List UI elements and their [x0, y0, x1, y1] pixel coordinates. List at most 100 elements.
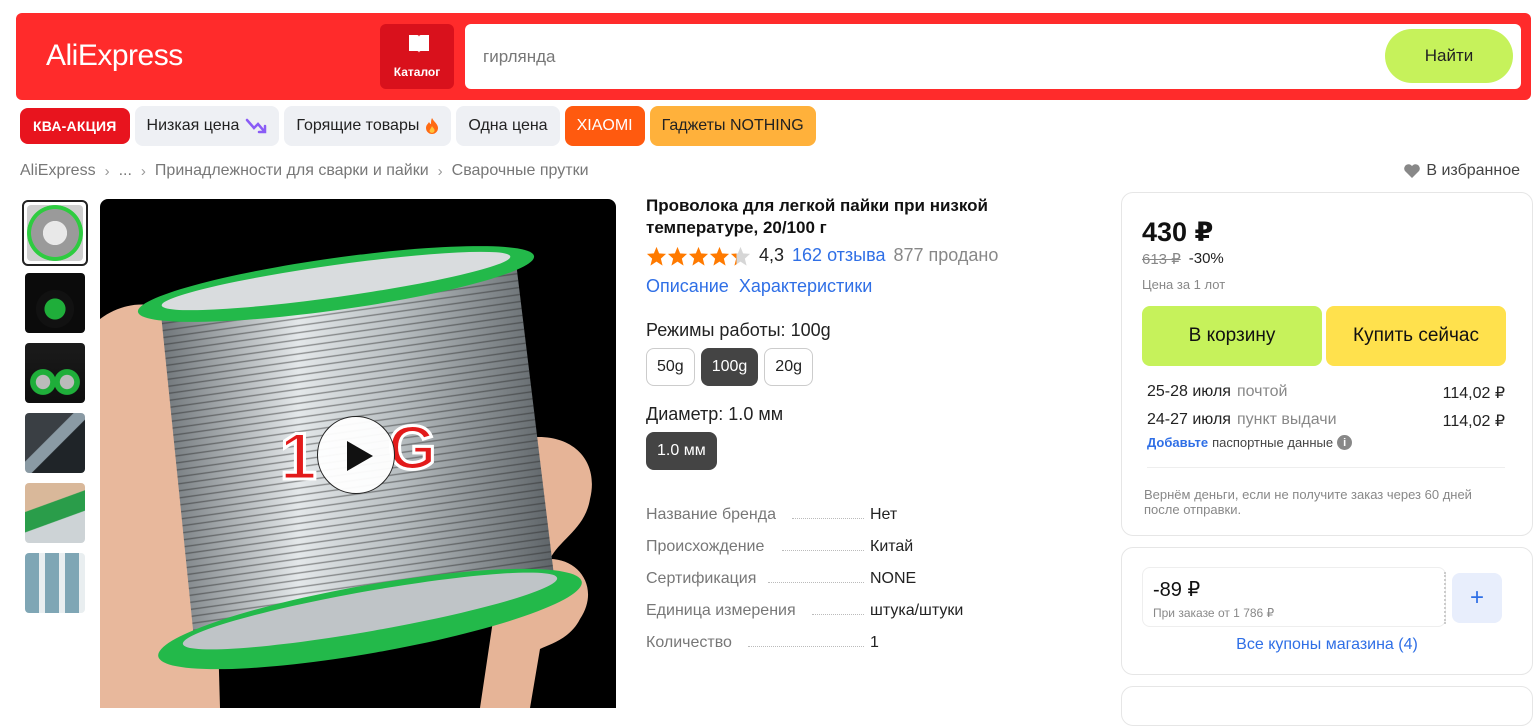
delivery-price: 114,02 ₽ [1442, 385, 1505, 402]
spec-value: Нет [870, 506, 898, 523]
chip-label: Низкая цена [146, 117, 240, 134]
passport-notice: Добавьте паспортные данные i [1147, 435, 1353, 450]
characteristics-link[interactable]: Характеристики [739, 276, 872, 297]
all-coupons-link[interactable]: Все купоны магазина (4) [1122, 636, 1532, 654]
delivery-method: пункт выдачи [1236, 411, 1337, 428]
thumbnail-4[interactable] [22, 410, 88, 476]
chip-hot-items[interactable]: Горящие товары [284, 106, 452, 146]
chip-xiaomi[interactable]: XIAOMI [564, 106, 645, 146]
chip-low-price[interactable]: Низкая цена [134, 106, 280, 146]
play-video-button[interactable] [317, 416, 395, 494]
delivery-option[interactable]: 25-28 июля почтой 114,02 ₽ [1147, 383, 1505, 403]
rating-row: 4,3 162 отзыва 877 продано [646, 245, 998, 266]
chip-kva-akciya[interactable]: КВА-АКЦИЯ [20, 108, 130, 144]
spec-value: NONE [870, 570, 917, 587]
coupon: -89 ₽ При заказе от 1 786 ₽ [1142, 567, 1446, 627]
chevron-right-icon: › [104, 162, 110, 180]
breadcrumb-item[interactable]: ... [119, 162, 132, 180]
mode-option-20g[interactable]: 20g [764, 348, 813, 386]
spec-leader [792, 518, 864, 519]
catalog-label: Каталог [393, 65, 441, 79]
rating-stars [646, 246, 751, 266]
spec-row: Название бренда Нет [646, 492, 1046, 524]
spec-list: Название бренда Нет Происхождение Китай … [646, 492, 1046, 652]
play-icon [347, 441, 373, 471]
info-icon[interactable]: i [1337, 435, 1353, 450]
breadcrumb-item[interactable]: Сварочные прутки [452, 162, 589, 180]
spec-row: Сертификация NONE [646, 556, 1046, 588]
thumbnail-list [22, 200, 88, 620]
chevron-right-icon: › [140, 162, 146, 180]
reviews-link[interactable]: 162 отзыва [792, 245, 885, 266]
search-button[interactable]: Найти [1385, 29, 1513, 83]
diameter-option-1mm[interactable]: 1.0 мм [646, 432, 717, 470]
add-passport-link[interactable]: Добавьте [1147, 435, 1208, 450]
mode-option-50g[interactable]: 50g [646, 348, 695, 386]
header-bar: AliExpress Каталог Найти [16, 13, 1531, 100]
search-input[interactable] [483, 42, 1363, 72]
spec-value: штука/штуки [870, 602, 964, 619]
add-to-cart-button[interactable]: В корзину [1142, 306, 1322, 366]
breadcrumb-item[interactable]: AliExpress [20, 162, 96, 180]
thumbnail-image [25, 553, 85, 613]
old-price: 613 ₽ [1142, 251, 1181, 268]
chevron-right-icon: › [437, 162, 443, 180]
plus-icon: + [1469, 584, 1484, 611]
mode-option-100g[interactable]: 100g [700, 348, 759, 386]
spec-value: Китай [870, 538, 914, 555]
product-main-image[interactable]: 1 G [100, 199, 616, 708]
thumbnail-2[interactable] [22, 270, 88, 336]
chip-label: Горящие товары [296, 117, 420, 134]
svg-text:G: G [388, 414, 436, 483]
svg-text:1: 1 [280, 419, 317, 493]
spec-leader [812, 614, 864, 615]
product-title: Проволока для легкой пайки при низкой те… [646, 196, 988, 237]
thumbnail-6[interactable] [22, 550, 88, 616]
discount-badge: -30% [1188, 250, 1224, 267]
aliexpress-logo[interactable]: AliExpress [46, 39, 183, 73]
mode-options: 50g 100g 20g [646, 348, 813, 386]
spec-key: Сертификация [646, 570, 757, 587]
catalog-book-icon [409, 35, 429, 53]
delivery-date: 25-28 июля [1147, 383, 1231, 400]
coupon-amount: -89 ₽ [1153, 579, 1201, 601]
collect-coupon-button[interactable]: + [1452, 573, 1502, 623]
passport-text: паспортные данные [1212, 435, 1334, 450]
coupon-card: -89 ₽ При заказе от 1 786 ₽ + Все купоны… [1121, 547, 1533, 675]
catalog-button[interactable]: Каталог [380, 24, 454, 89]
favorite-button[interactable]: В избранное [1403, 162, 1520, 180]
coupon-min-order: При заказе от 1 786 ₽ [1153, 606, 1275, 620]
coupon-perforation [1444, 572, 1446, 624]
spec-row: Единица измерения штука/штуки [646, 588, 1046, 620]
thumbnail-image [25, 413, 85, 473]
spec-key: Название бренда [646, 506, 776, 523]
spec-leader [782, 550, 864, 551]
thumbnail-3[interactable] [22, 340, 88, 406]
thumbnail-1[interactable] [22, 200, 88, 266]
breadcrumb: AliExpress › ... › Принадлежности для св… [20, 162, 589, 180]
refund-guarantee: Вернём деньги, если не получите заказ че… [1144, 487, 1472, 517]
star-icon [646, 246, 667, 266]
current-price: 430 ₽ [1142, 217, 1214, 247]
spec-key: Происхождение [646, 538, 765, 555]
search-box: Найти [465, 24, 1521, 89]
thumbnail-image [27, 205, 83, 261]
heart-icon [1404, 164, 1421, 178]
breadcrumb-item[interactable]: Принадлежности для сварки и пайки [155, 162, 429, 180]
thumbnail-5[interactable] [22, 480, 88, 546]
favorite-label: В избранное [1426, 162, 1520, 179]
chip-label: Одна цена [468, 117, 548, 134]
spec-row: Количество 1 [646, 620, 1046, 652]
chip-nothing-gadgets[interactable]: Гаджеты NOTHING [649, 106, 816, 146]
spec-value: 1 [870, 634, 879, 651]
mode-label: Режимы работы: 100g [646, 320, 831, 340]
delivery-option[interactable]: 24-27 июля пункт выдачи 114,02 ₽ [1147, 411, 1505, 431]
diameter-label: Диаметр: 1.0 мм [646, 404, 784, 424]
description-link[interactable]: Описание [646, 276, 729, 297]
star-icon [688, 246, 709, 266]
star-icon [730, 246, 751, 266]
chip-label: Гаджеты NOTHING [661, 117, 804, 134]
buy-now-button[interactable]: Купить сейчас [1326, 306, 1506, 366]
price-card: 430 ₽ 613 ₽ -30% Цена за 1 лот В корзину… [1121, 192, 1533, 536]
chip-one-price[interactable]: Одна цена [456, 106, 560, 146]
